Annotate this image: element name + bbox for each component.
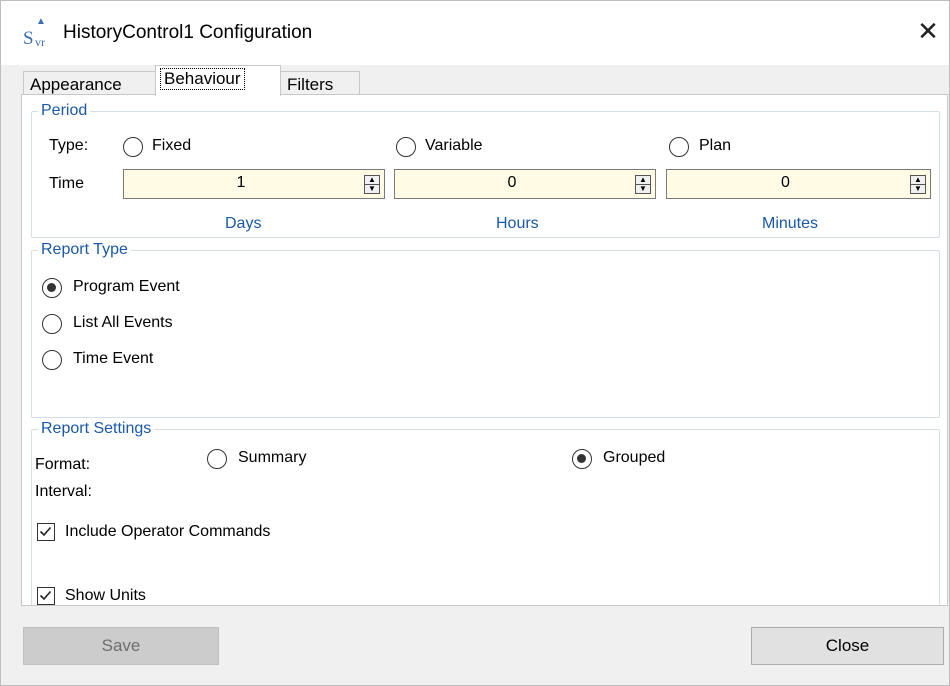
configuration-window: ▲ Svr HistoryControl1 Configuration ✕ App… bbox=[0, 0, 950, 686]
hours-spin-buttons[interactable]: ▲ ▼ bbox=[635, 175, 651, 194]
radio-list-all-events-label: List All Events bbox=[73, 314, 173, 331]
format-label: Format: bbox=[35, 456, 91, 473]
days-spinner[interactable]: 1 ▲ ▼ bbox=[123, 169, 385, 199]
days-value: 1 bbox=[236, 174, 246, 191]
radio-variable[interactable] bbox=[396, 137, 416, 157]
radio-plan-label: Plan bbox=[699, 137, 732, 154]
spin-down-icon[interactable]: ▼ bbox=[911, 185, 925, 193]
radio-grouped[interactable] bbox=[572, 449, 592, 469]
radio-time-event[interactable] bbox=[42, 350, 62, 370]
report-settings-group: Report Settings Format: Summary Grouped … bbox=[31, 420, 940, 605]
behaviour-tab-page[interactable]: Period Type: Fixed Variable Plan Time 1 … bbox=[21, 94, 948, 606]
radio-summary-label: Summary bbox=[238, 449, 307, 466]
include-operator-commands-label: Include Operator Commands bbox=[65, 523, 271, 540]
radio-list-all-events[interactable] bbox=[42, 314, 62, 334]
spin-up-icon[interactable]: ▲ bbox=[365, 176, 379, 184]
minutes-value: 0 bbox=[781, 174, 790, 191]
minutes-spin-buttons[interactable]: ▲ ▼ bbox=[910, 175, 926, 194]
radio-program-event-label: Program Event bbox=[73, 278, 180, 295]
spin-up-icon[interactable]: ▲ bbox=[911, 176, 925, 184]
show-units-checkbox[interactable] bbox=[37, 587, 55, 605]
include-operator-commands-checkbox[interactable] bbox=[37, 523, 55, 541]
close-icon[interactable]: ✕ bbox=[917, 18, 939, 44]
tab-filters[interactable]: Filters bbox=[280, 71, 360, 96]
period-group-title: Period bbox=[38, 102, 91, 120]
window-title: HistoryControl1 Configuration bbox=[63, 22, 313, 43]
tab-behaviour[interactable]: Behaviour bbox=[155, 65, 281, 96]
tab-behaviour-label: Behaviour bbox=[160, 68, 245, 90]
radio-program-event[interactable] bbox=[42, 278, 62, 298]
time-label: Time bbox=[49, 175, 84, 192]
radio-summary[interactable] bbox=[207, 449, 227, 469]
checkmark-icon bbox=[39, 590, 52, 601]
spin-down-icon[interactable]: ▼ bbox=[365, 185, 379, 193]
spin-up-icon[interactable]: ▲ bbox=[636, 176, 650, 184]
title-bar: ▲ Svr HistoryControl1 Configuration ✕ bbox=[1, 1, 949, 65]
radio-plan[interactable] bbox=[669, 137, 689, 157]
radio-time-event-label: Time Event bbox=[73, 350, 154, 367]
report-type-group: Report Type Program Event List All Event… bbox=[31, 241, 940, 418]
days-unit-label: Days bbox=[225, 215, 262, 232]
days-spin-buttons[interactable]: ▲ ▼ bbox=[364, 175, 380, 194]
tab-filters-label: Filters bbox=[287, 75, 334, 94]
radio-fixed-label: Fixed bbox=[152, 137, 192, 154]
save-button[interactable]: Save bbox=[23, 627, 219, 665]
minutes-unit-label: Minutes bbox=[762, 215, 819, 232]
minutes-spinner[interactable]: 0 ▲ ▼ bbox=[666, 169, 931, 199]
period-group: Period Type: Fixed Variable Plan Time 1 … bbox=[31, 102, 940, 238]
close-button[interactable]: Close bbox=[751, 627, 944, 665]
report-type-group-title: Report Type bbox=[38, 241, 131, 259]
report-settings-group-title: Report Settings bbox=[38, 420, 155, 438]
radio-grouped-label: Grouped bbox=[603, 449, 666, 466]
type-label: Type: bbox=[49, 137, 89, 154]
hours-value: 0 bbox=[507, 174, 517, 191]
radio-variable-label: Variable bbox=[425, 137, 483, 154]
spin-down-icon[interactable]: ▼ bbox=[636, 185, 650, 193]
checkmark-icon bbox=[39, 526, 52, 537]
tab-appearance[interactable]: Appearance bbox=[23, 71, 156, 96]
tab-appearance-label: Appearance bbox=[30, 75, 122, 94]
radio-fixed[interactable] bbox=[123, 137, 143, 157]
svr-app-icon: ▲ Svr bbox=[23, 16, 46, 50]
show-units-label: Show Units bbox=[65, 587, 146, 604]
interval-label: Interval: bbox=[35, 483, 92, 500]
hours-unit-label: Hours bbox=[496, 215, 539, 232]
hours-spinner[interactable]: 0 ▲ ▼ bbox=[394, 169, 656, 199]
